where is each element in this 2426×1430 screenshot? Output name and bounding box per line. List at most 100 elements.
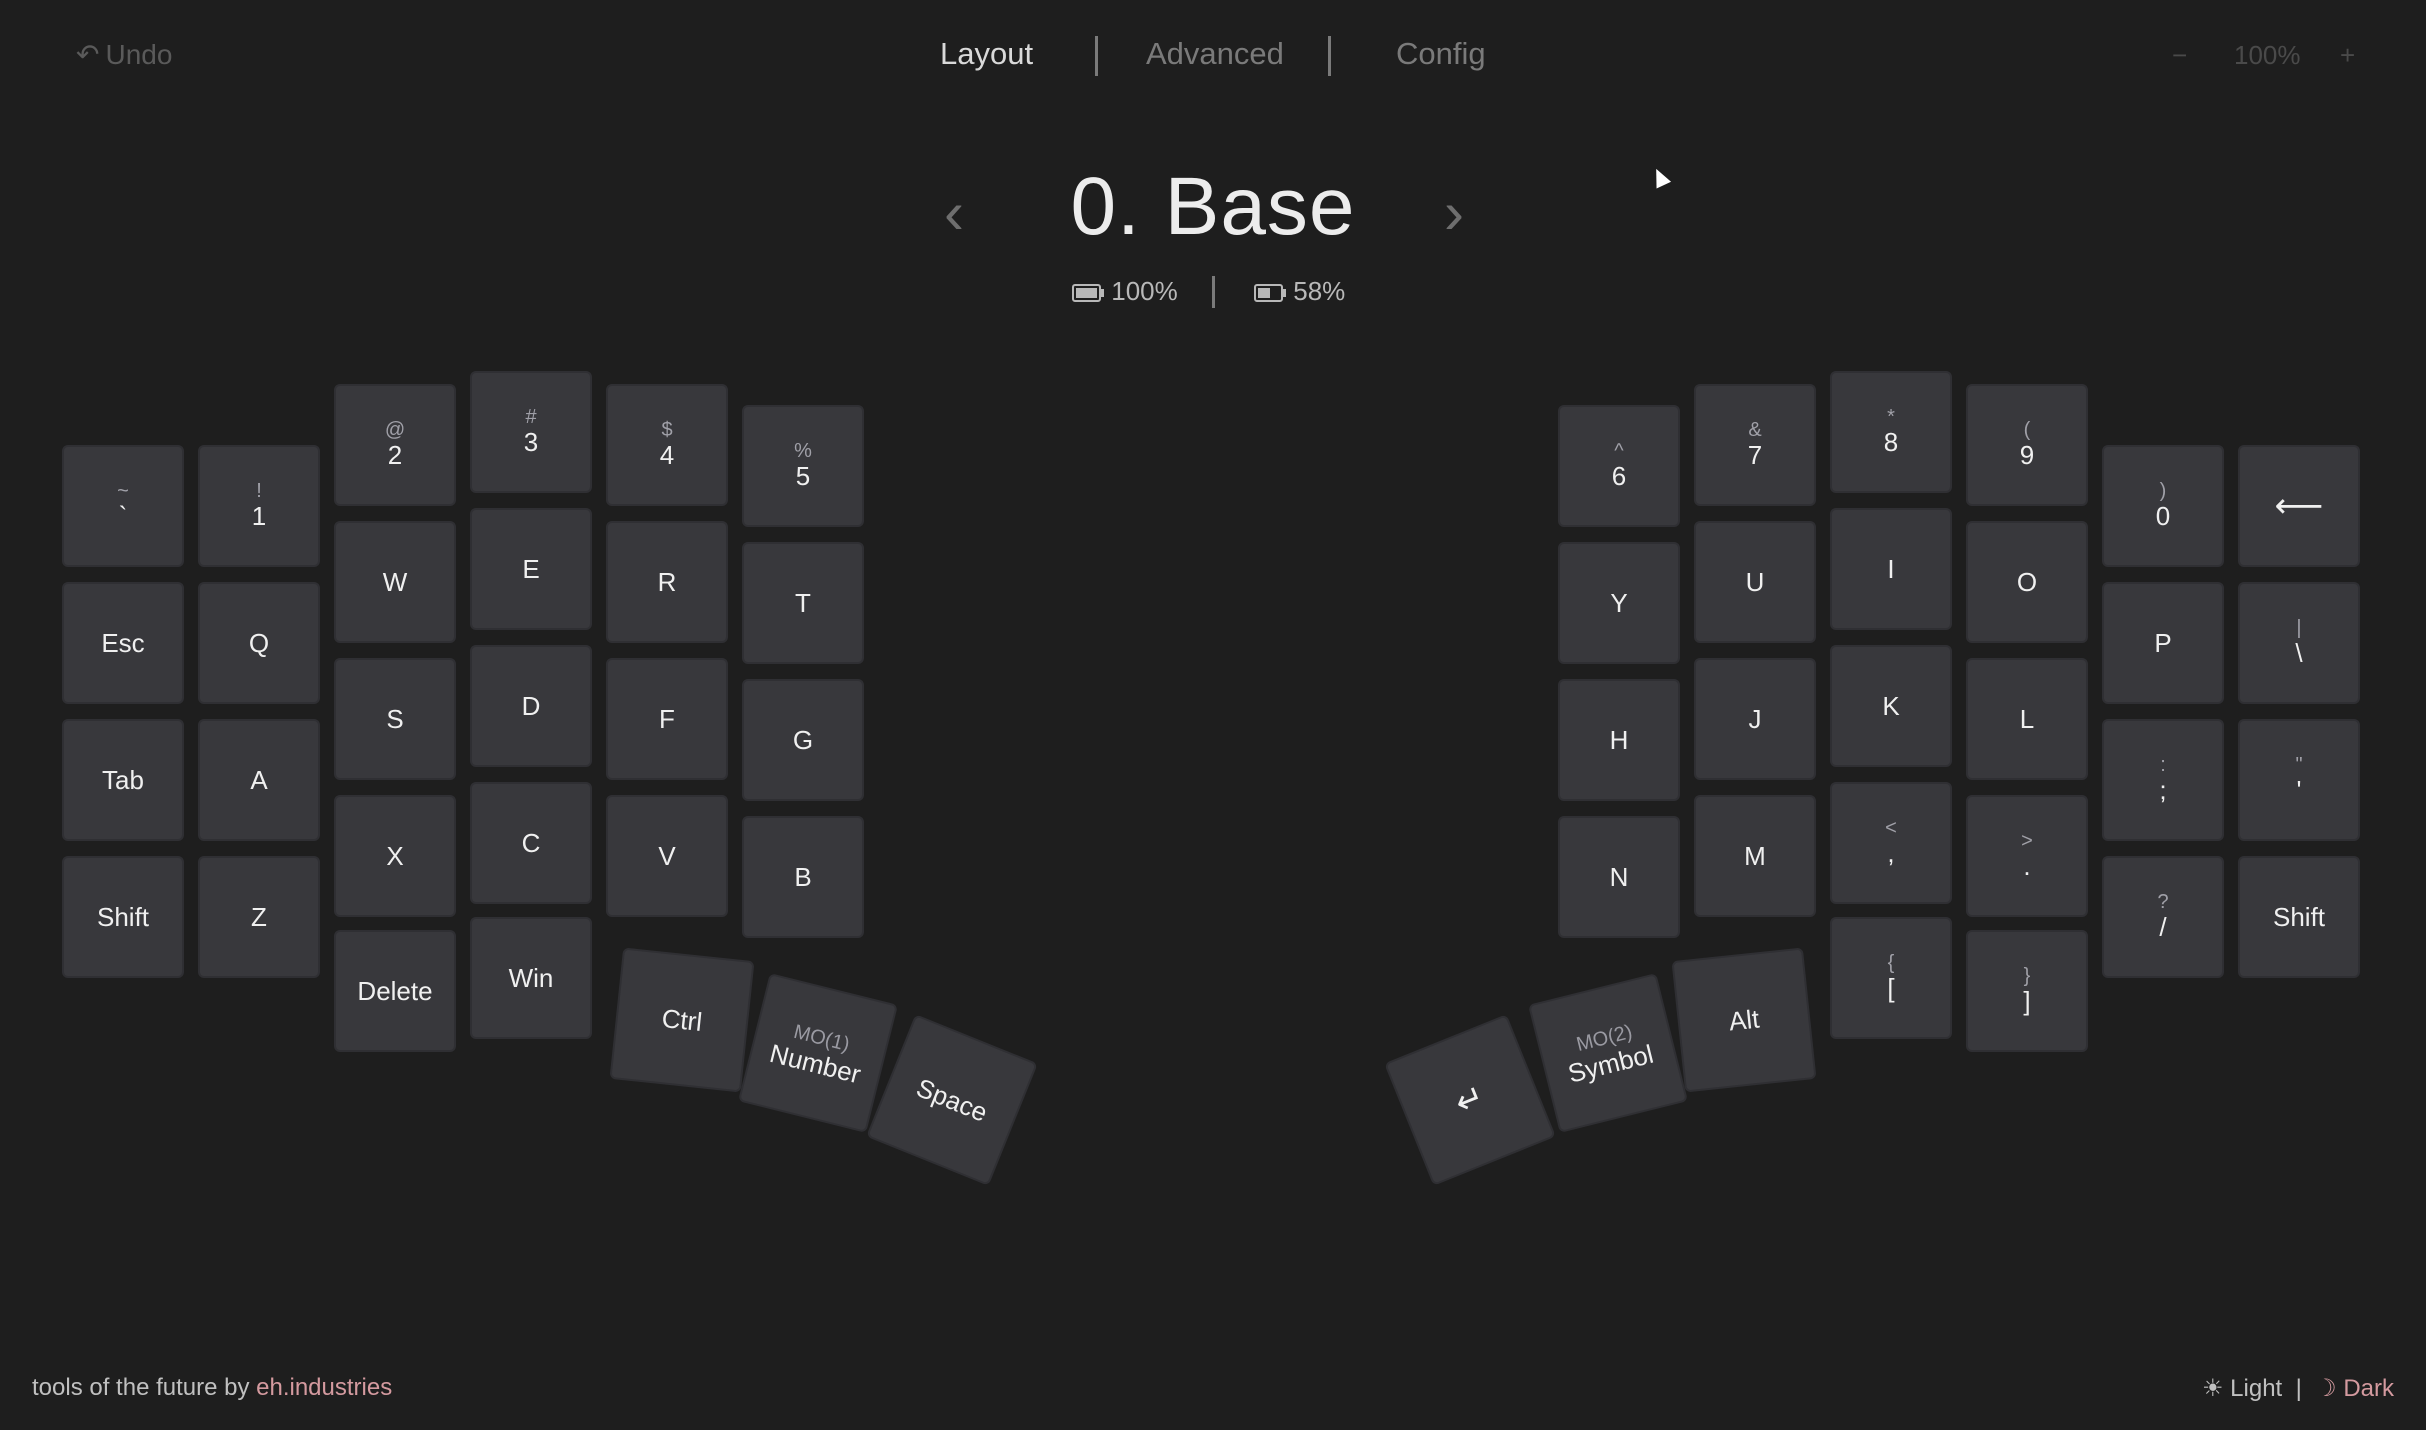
key-legend: Z [251,902,267,932]
battery-right-level: 58% [1293,276,1346,306]
battery-half-icon [1254,278,1286,309]
key-o[interactable]: O [1966,521,2088,643]
key-legend: 0 [2155,501,2171,531]
tab-layout[interactable]: Layout [940,36,1033,72]
tab-advanced[interactable]: Advanced [1146,36,1284,72]
key-9[interactable]: (9 [1966,384,2088,506]
key-legend: N [1609,862,1629,892]
key-enter[interactable]: ↵ [1384,1014,1556,1186]
key-3[interactable]: #3 [470,371,592,493]
key-k[interactable]: K [1830,645,1952,767]
key-c[interactable]: C [470,782,592,904]
key-shift-legend: ! [256,480,262,502]
key-f[interactable]: F [606,658,728,780]
footer-credit: tools of the future by eh.industries [32,1374,392,1402]
key-period[interactable]: >. [1966,795,2088,917]
key-shift-legend: { [1887,952,1895,974]
key-e[interactable]: E [470,508,592,630]
key-1[interactable]: ! 1 [198,445,320,567]
key-0[interactable]: ) 0 [2102,445,2224,567]
key-legend: B [794,862,812,892]
key-u[interactable]: U [1694,521,1816,643]
battery-full-icon [1072,278,1104,309]
key-m[interactable]: M [1694,795,1816,917]
key-delete[interactable]: Delete [334,930,456,1052]
key-q[interactable]: Q [198,582,320,704]
key-l[interactable]: L [1966,658,2088,780]
key-shift-legend: % [794,440,812,462]
dark-theme-option[interactable]: ☽ Dark [2315,1375,2394,1402]
brand-link[interactable]: eh.industries [256,1374,392,1401]
key-space[interactable]: Space [866,1014,1038,1186]
key-semicolon[interactable]: :; [2102,719,2224,841]
key-4[interactable]: $4 [606,384,728,506]
battery-divider [1212,276,1215,308]
key-s[interactable]: S [334,658,456,780]
key-tab[interactable]: Tab [62,719,184,841]
key-shift-legend: > [2021,830,2033,852]
key-2[interactable]: @2 [334,384,456,506]
key-ctrl[interactable]: Ctrl [609,947,755,1093]
key-number-layer[interactable]: MO(1) Number [737,972,899,1134]
key-quote[interactable]: " ' [2238,719,2360,841]
key-backspace[interactable]: ⟵ [2238,445,2360,567]
key-z[interactable]: Z [198,856,320,978]
key-legend: T [795,588,811,618]
key-legend: Shift [96,902,150,932]
key-p[interactable]: P [2102,582,2224,704]
key-j[interactable]: J [1694,658,1816,780]
key-symbol-layer[interactable]: MO(2) Symbol [1527,972,1689,1134]
zoom-in-button[interactable]: + [2340,40,2355,71]
enter-icon: ↵ [1449,1077,1491,1123]
key-alt[interactable]: Alt [1671,947,1817,1093]
key-shift-left[interactable]: Shift [62,856,184,978]
key-shift-right[interactable]: Shift [2238,856,2360,978]
key-v[interactable]: V [606,795,728,917]
light-theme-option[interactable]: ☀ Light [2202,1375,2282,1402]
top-bar: ↶ Undo Layout Advanced Config − 100% + [0,0,2426,112]
key-win[interactable]: Win [470,917,592,1039]
key-n[interactable]: N [1558,816,1680,938]
key-legend: 4 [659,440,675,470]
key-x[interactable]: X [334,795,456,917]
key-t[interactable]: T [742,542,864,664]
key-legend: O [2016,567,2038,597]
key-legend: 2 [387,440,403,470]
key-legend: L [2019,704,2035,734]
key-right-bracket[interactable]: }] [1966,930,2088,1052]
moon-icon: ☽ [2315,1375,2337,1402]
key-y[interactable]: Y [1558,542,1680,664]
key-grave[interactable]: ~ ` [62,445,184,567]
key-legend: P [2154,628,2172,658]
key-b[interactable]: B [742,816,864,938]
tab-bar: Layout Advanced Config [0,36,2426,76]
key-h[interactable]: H [1558,679,1680,801]
key-w[interactable]: W [334,521,456,643]
key-shift-legend: & [1748,419,1762,441]
key-d[interactable]: D [470,645,592,767]
key-left-bracket[interactable]: {[ [1830,917,1952,1039]
key-backslash[interactable]: | \ [2238,582,2360,704]
sun-icon: ☀ [2201,1375,2224,1402]
key-5[interactable]: % 5 [742,405,864,527]
zoom-out-button[interactable]: − [2172,40,2187,71]
key-shift-legend: : [2160,754,2166,776]
key-esc[interactable]: Esc [62,582,184,704]
key-i[interactable]: I [1830,508,1952,630]
key-legend: U [1745,567,1765,597]
battery-right: 58% [1254,276,1345,309]
light-label: Light [2230,1375,2283,1402]
key-comma[interactable]: <, [1830,782,1952,904]
key-legend: X [386,841,404,871]
key-7[interactable]: & 7 [1694,384,1816,506]
key-legend: W [382,567,408,597]
key-r[interactable]: R [606,521,728,643]
key-6[interactable]: ^ 6 [1558,405,1680,527]
next-layer-button[interactable]: › [1444,178,1464,247]
key-g[interactable]: G [742,679,864,801]
key-legend: H [1609,725,1629,755]
key-a[interactable]: A [198,719,320,841]
key-slash[interactable]: ? / [2102,856,2224,978]
tab-config[interactable]: Config [1396,36,1486,72]
key-8[interactable]: * 8 [1830,371,1952,493]
